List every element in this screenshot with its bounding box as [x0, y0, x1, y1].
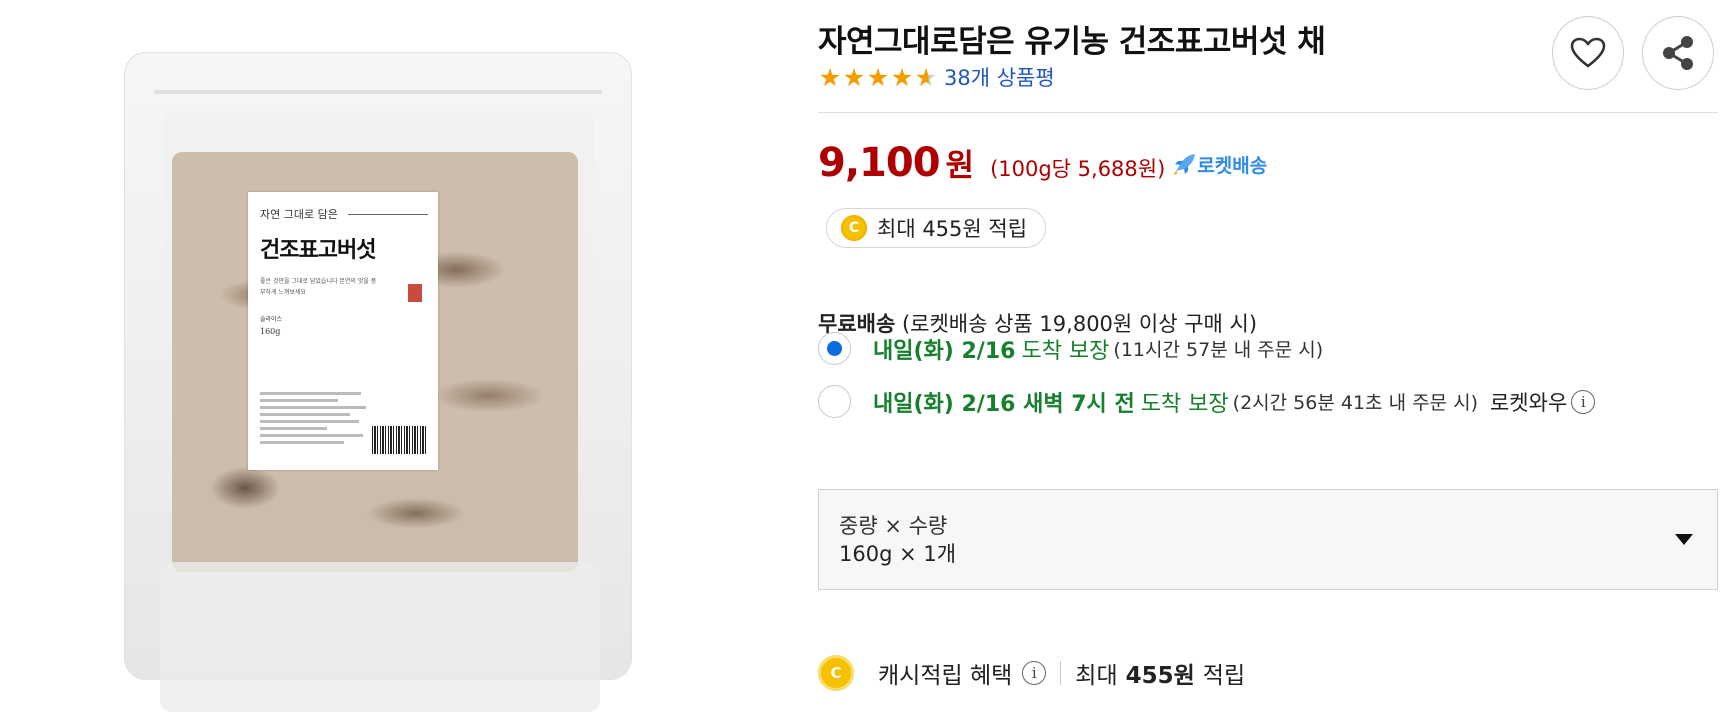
share-button[interactable]: [1642, 16, 1714, 90]
label-rule: [347, 213, 428, 215]
star-half-icon: ★: [914, 62, 938, 92]
delivery-guarantee: 도착 보장: [1140, 391, 1229, 417]
radio-dot: [827, 341, 842, 356]
divider: [818, 112, 1718, 113]
star-rating: ★ ★ ★ ★ ★: [818, 65, 938, 90]
label-subtitle: 자연 그대로 담은: [260, 206, 428, 222]
star-icon: ★: [842, 62, 866, 92]
info-icon[interactable]: i: [1571, 389, 1596, 414]
option-label: 중량 × 수량: [839, 514, 948, 538]
price-currency: 원: [945, 148, 975, 184]
rating-row[interactable]: ★ ★ ★ ★ ★ 38개 상품평: [818, 62, 1055, 92]
cash-benefit-row: C 캐시적립 혜택 i 최대 455원 적립: [818, 655, 1245, 691]
price-row: 9,100 원 (100g당 5,688원) 로켓배송: [818, 140, 1267, 186]
unit-price: (100g당 5,688원): [990, 157, 1166, 181]
delivery-guarantee: 도착 보장: [1021, 338, 1110, 364]
label-weight: 160g: [260, 327, 281, 336]
delivery-option-1[interactable]: 내일(화) 2/16 도착 보장 (11시간 57분 내 주문 시): [818, 332, 1323, 365]
label-fine-print: [260, 392, 372, 448]
delivery-date: 내일(화) 2/16 새벽 7시 전: [873, 391, 1135, 417]
option-value: 160g × 1개: [839, 542, 957, 566]
product-info-panel: 자연그대로담은 유기농 건조표고버섯 채 ★ ★ ★ ★ ★ 38개 상품평 9…: [818, 0, 1718, 714]
delivery-radio-2[interactable]: [818, 385, 851, 418]
share-icon: [1663, 36, 1693, 70]
star-icon: ★: [890, 62, 914, 92]
bag-zipper: [154, 90, 602, 94]
label-slice: 슬라이스: [260, 316, 283, 323]
option-select-dropdown[interactable]: 중량 × 수량 160g × 1개: [818, 489, 1718, 590]
delivery-date: 내일(화) 2/16: [873, 338, 1016, 364]
seal-stamp-icon: [408, 284, 422, 302]
heart-icon: [1570, 37, 1606, 68]
delivery-option-2[interactable]: 내일(화) 2/16 새벽 7시 전 도착 보장 (2시간 56분 41초 내 …: [818, 385, 1596, 418]
product-title: 자연그대로담은 유기농 건조표고버섯 채: [818, 24, 1326, 60]
cash-benefit-amount: 455원: [1125, 663, 1195, 689]
product-label: 자연 그대로 담은 건조표고버섯 좋은 것만을 그대로 담았습니다 본연의 맛을…: [248, 192, 438, 470]
cash-benefit-prefix: 최대: [1075, 663, 1118, 689]
review-count-link[interactable]: 38개 상품평: [944, 62, 1055, 92]
label-title: 건조표고버섯: [260, 237, 376, 263]
delivery-condition: (2시간 56분 41초 내 주문 시): [1232, 392, 1478, 414]
delivery-radio-1[interactable]: [818, 332, 851, 365]
bag-frost-bottom: [160, 562, 600, 712]
delivery-condition: (11시간 57분 내 주문 시): [1113, 339, 1324, 361]
barcode-icon: [372, 426, 428, 454]
chevron-down-icon: [1675, 534, 1693, 545]
cash-benefit-suffix: 적립: [1202, 663, 1246, 689]
label-tagline: 좋은 것만을 그대로 담았습니다 본연의 맛을 풍부하게 느껴보세요: [260, 278, 377, 296]
star-icon: ★: [818, 62, 842, 92]
info-icon[interactable]: i: [1022, 661, 1047, 685]
rocket-delivery-badge: 로켓배송: [1171, 151, 1267, 178]
cash-coin-icon: C: [841, 215, 867, 241]
rocket-wow-badge: 로켓와우: [1489, 390, 1568, 415]
cash-coin-icon: C: [818, 655, 854, 691]
rocket-delivery-label: 로켓배송: [1197, 154, 1268, 177]
star-icon: ★: [866, 62, 890, 92]
rocket-icon: [1173, 154, 1196, 175]
sale-price: 9,100: [818, 140, 941, 186]
separator: [1060, 661, 1062, 685]
label-subtitle-text: 자연 그대로 담은: [260, 208, 338, 221]
cash-benefit-label: 캐시적립 혜택: [878, 663, 1013, 689]
wishlist-button[interactable]: [1552, 16, 1624, 90]
cash-reward-pill: C 최대 455원 적립: [826, 208, 1047, 248]
product-image[interactable]: 자연 그대로 담은 건조표고버섯 좋은 것만을 그대로 담았습니다 본연의 맛을…: [100, 20, 690, 712]
cash-reward-text: 최대 455원 적립: [877, 217, 1028, 241]
